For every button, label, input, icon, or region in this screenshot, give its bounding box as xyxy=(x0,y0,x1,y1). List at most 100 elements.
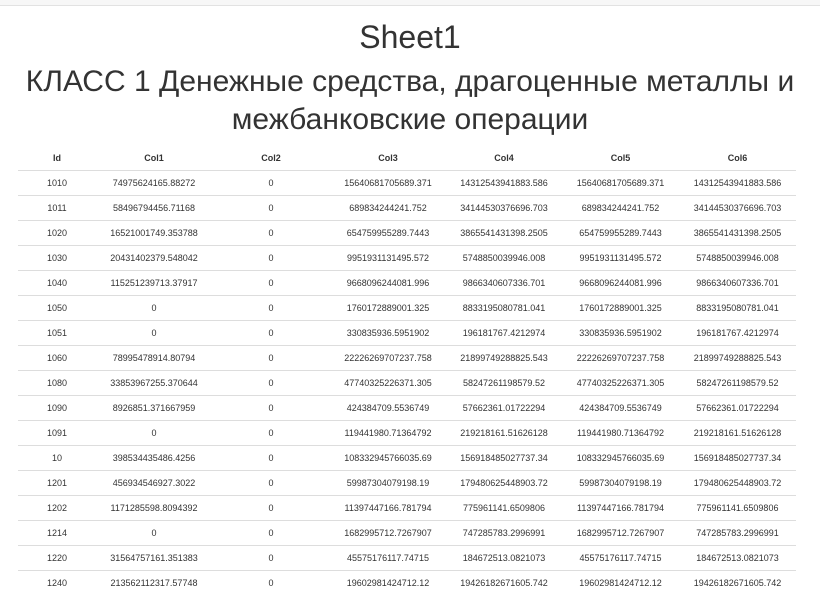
cell-col4: 21899749288825.543 xyxy=(446,345,562,371)
header-col6[interactable]: Col6 xyxy=(679,145,796,171)
table-row: 1030 20431402379.548042 0 9951931131495.572… xyxy=(18,245,796,271)
header-col3[interactable]: Col3 xyxy=(330,145,446,171)
cell-col2: 0 xyxy=(212,570,330,595)
cell-col3: 59987304079198.19 xyxy=(330,470,446,496)
cell-col2: 0 xyxy=(212,170,330,196)
cell-col6: 747285783.2996991 xyxy=(679,520,796,546)
cell-col6: 156918485027737.34 xyxy=(679,445,796,471)
table-row: 1051 0 0 330835936.5951902 196181767.4212974… xyxy=(18,320,796,346)
cell-col2: 0 xyxy=(212,295,330,321)
table-row: 1080 33853967255.370644 0 47740325226371.30… xyxy=(18,370,796,396)
cell-col4: 57662361.01722294 xyxy=(446,395,562,421)
cell-col1: 58496794456.71168 xyxy=(96,195,212,221)
cell-col5: 1760172889001.325 xyxy=(562,295,679,321)
cell-col3: 22226269707237.758 xyxy=(330,345,446,371)
table-row: 1214 0 0 1682995712.7267907 747285783.299699… xyxy=(18,520,796,546)
cell-id: 1020 xyxy=(18,220,96,246)
cell-col3: 1760172889001.325 xyxy=(330,295,446,321)
cell-col1: 213562112317.57748 xyxy=(96,570,212,595)
cell-col6: 5748850039946.008 xyxy=(679,245,796,271)
cell-col6: 179480625448903.72 xyxy=(679,470,796,496)
cell-id: 1240 xyxy=(18,570,96,595)
cell-col3: 689834244241.752 xyxy=(330,195,446,221)
cell-col4: 8833195080781.041 xyxy=(446,295,562,321)
cell-col1: 115251239713.37917 xyxy=(96,270,212,296)
cell-col4: 9866340607336.701 xyxy=(446,270,562,296)
cell-col4: 19426182671605.742 xyxy=(446,570,562,595)
cell-col1: 456934546927.3022 xyxy=(96,470,212,496)
header-col1[interactable]: Col1 xyxy=(96,145,212,171)
table-row: 1202 1171285598.8094392 0 11397447166.78179… xyxy=(18,495,796,521)
top-bar xyxy=(0,0,820,6)
data-table-container: Id Col1 Col2 Col3 Col4 Col5 Col6 1010 749… xyxy=(18,145,796,595)
header-id[interactable]: Id xyxy=(18,145,96,171)
cell-col3: 9951931131495.572 xyxy=(330,245,446,271)
cell-col4: 3865541431398.2505 xyxy=(446,220,562,246)
cell-col4: 219218161.51626128 xyxy=(446,420,562,446)
cell-col5: 9668096244081.996 xyxy=(562,270,679,296)
cell-col5: 108332945766035.69 xyxy=(562,445,679,471)
table-body: 1010 74975624165.88272 0 15640681705689.371… xyxy=(18,170,796,595)
cell-col3: 654759955289.7443 xyxy=(330,220,446,246)
cell-col3: 15640681705689.371 xyxy=(330,170,446,196)
cell-id: 1214 xyxy=(18,520,96,546)
cell-col1: 1171285598.8094392 xyxy=(96,495,212,521)
header-col5[interactable]: Col5 xyxy=(562,145,679,171)
cell-col4: 775961141.6509806 xyxy=(446,495,562,521)
cell-col3: 1682995712.7267907 xyxy=(330,520,446,546)
table-row: 1201 456934546927.3022 0 59987304079198.19 1… xyxy=(18,470,796,496)
cell-id: 1030 xyxy=(18,245,96,271)
cell-col4: 747285783.2996991 xyxy=(446,520,562,546)
cell-id: 1040 xyxy=(18,270,96,296)
cell-col5: 22226269707237.758 xyxy=(562,345,679,371)
sheet-title: Sheet1 xyxy=(359,19,461,55)
cell-col5: 45575176117.74715 xyxy=(562,545,679,571)
cell-col3: 11397447166.781794 xyxy=(330,495,446,521)
header-col2[interactable]: Col2 xyxy=(212,145,330,171)
cell-col2: 0 xyxy=(212,220,330,246)
cell-col5: 1682995712.7267907 xyxy=(562,520,679,546)
cell-col4: 58247261198579.52 xyxy=(446,370,562,396)
table-row: 10 398534435486.4256 0 108332945766035.69 15… xyxy=(18,445,796,471)
cell-id: 1010 xyxy=(18,170,96,196)
header-col4[interactable]: Col4 xyxy=(446,145,562,171)
table-row: 1060 78995478914.80794 0 22226269707237.758… xyxy=(18,345,796,371)
cell-col5: 15640681705689.371 xyxy=(562,170,679,196)
table-row: 1010 74975624165.88272 0 15640681705689.371… xyxy=(18,170,796,196)
class-title: КЛАСС 1 Денежные средства, драгоценные м… xyxy=(25,65,795,136)
cell-id: 10 xyxy=(18,445,96,471)
cell-id: 1060 xyxy=(18,345,96,371)
cell-col4: 34144530376696.703 xyxy=(446,195,562,221)
cell-col2: 0 xyxy=(212,370,330,396)
cell-col1: 20431402379.548042 xyxy=(96,245,212,271)
cell-id: 1220 xyxy=(18,545,96,571)
cell-col4: 156918485027737.34 xyxy=(446,445,562,471)
table-row: 1090 8926851.371667959 0 424384709.5536749 5… xyxy=(18,395,796,421)
cell-id: 1090 xyxy=(18,395,96,421)
cell-col6: 775961141.6509806 xyxy=(679,495,796,521)
cell-id: 1011 xyxy=(18,195,96,221)
table-row: 1240 213562112317.57748 0 19602981424712.12… xyxy=(18,570,796,595)
cell-col6: 9866340607336.701 xyxy=(679,270,796,296)
cell-col5: 9951931131495.572 xyxy=(562,245,679,271)
cell-col2: 0 xyxy=(212,470,330,496)
cell-col3: 47740325226371.305 xyxy=(330,370,446,396)
cell-col5: 330835936.5951902 xyxy=(562,320,679,346)
cell-col1: 31564757161.351383 xyxy=(96,545,212,571)
cell-col3: 19602981424712.12 xyxy=(330,570,446,595)
cell-col5: 11397447166.781794 xyxy=(562,495,679,521)
cell-col6: 57662361.01722294 xyxy=(679,395,796,421)
cell-id: 1201 xyxy=(18,470,96,496)
cell-col2: 0 xyxy=(212,320,330,346)
cell-col4: 5748850039946.008 xyxy=(446,245,562,271)
cell-col5: 689834244241.752 xyxy=(562,195,679,221)
cell-col5: 654759955289.7443 xyxy=(562,220,679,246)
cell-col3: 108332945766035.69 xyxy=(330,445,446,471)
cell-col2: 0 xyxy=(212,270,330,296)
cell-col4: 14312543941883.586 xyxy=(446,170,562,196)
cell-col3: 119441980.71364792 xyxy=(330,420,446,446)
table-row: 1091 0 0 119441980.71364792 219218161.516261… xyxy=(18,420,796,446)
cell-col1: 0 xyxy=(96,295,212,321)
cell-col2: 0 xyxy=(212,245,330,271)
cell-col6: 14312543941883.586 xyxy=(679,170,796,196)
